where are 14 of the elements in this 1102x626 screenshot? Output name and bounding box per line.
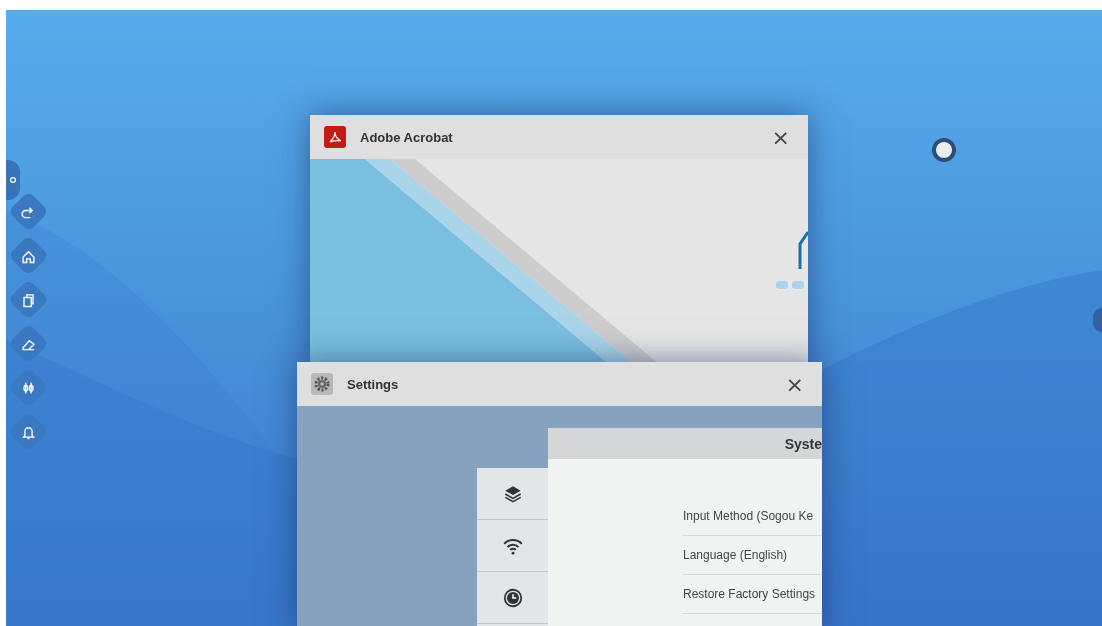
clock-icon <box>501 586 524 609</box>
floating-ball[interactable] <box>932 138 956 162</box>
close-button[interactable]: × <box>781 371 808 397</box>
window-title: Adobe Acrobat <box>360 129 454 145</box>
settings-item[interactable]: Restore Factory Settings <box>683 575 822 614</box>
ring-icon <box>9 176 17 184</box>
close-button[interactable]: × <box>767 124 794 150</box>
gear-icon <box>311 373 333 395</box>
panel-title: Syste <box>784 435 822 452</box>
settings-item[interactable]: Input Method (Sogou Ke <box>683 497 822 536</box>
sidebar-toggle[interactable] <box>6 160 20 200</box>
settings-item[interactable]: Language (English) <box>683 536 822 575</box>
window-title: Settings <box>347 376 400 392</box>
pdf-app-icon <box>324 126 346 148</box>
